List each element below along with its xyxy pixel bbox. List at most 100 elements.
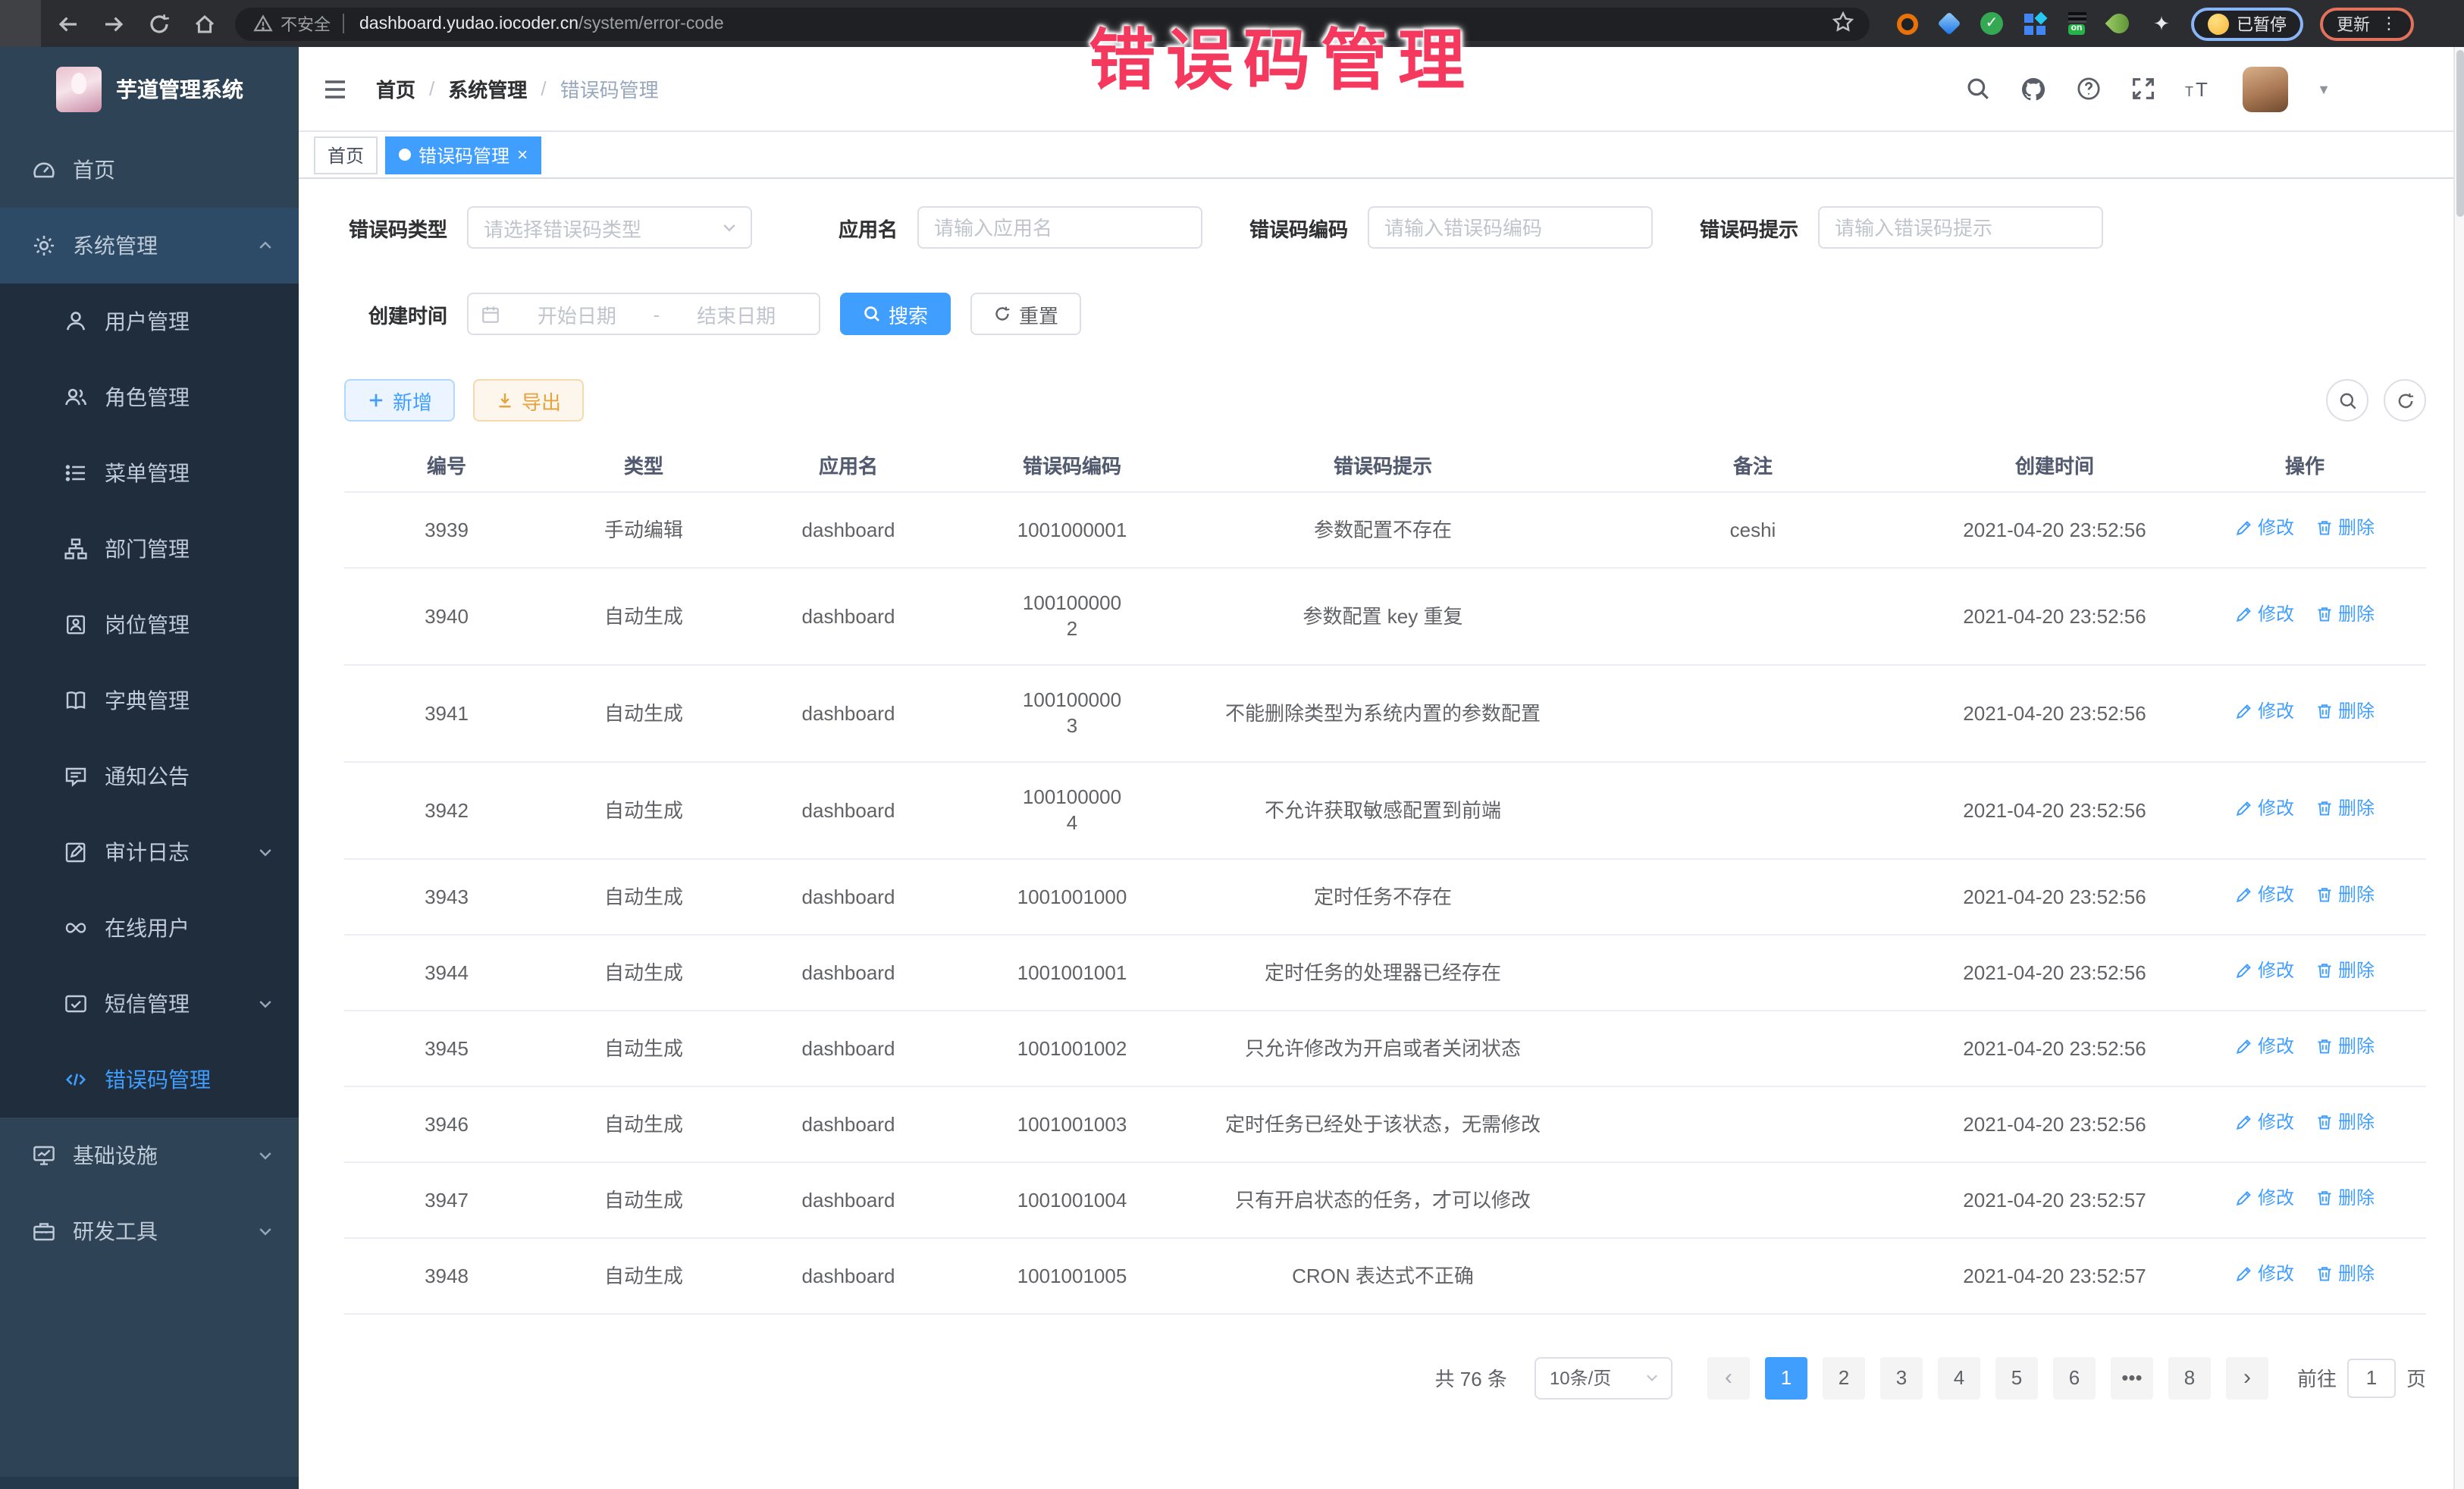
create-time-range-picker[interactable]: 开始日期 - 结束日期 <box>467 293 820 335</box>
edit-link[interactable]: 修改 <box>2235 516 2294 541</box>
cell-type: 自动生成 <box>549 567 738 664</box>
sidebar-item-post-badge[interactable]: 岗位管理 <box>0 587 299 663</box>
sidebar-item-devtools[interactable]: 研发工具 <box>0 1193 299 1269</box>
next-page-button[interactable]: › <box>2226 1356 2268 1399</box>
font-size-icon[interactable]: TT <box>2185 76 2214 102</box>
cell-msg: 只有开启状态的任务，才可以修改 <box>1186 1161 1580 1237</box>
edit-link[interactable]: 修改 <box>2235 1186 2294 1212</box>
page-button-4[interactable]: 4 <box>1938 1356 1980 1399</box>
extension-orange-icon[interactable] <box>1894 11 1920 36</box>
extension-gem-icon[interactable] <box>1936 11 1962 36</box>
edit-link[interactable]: 修改 <box>2235 1034 2294 1060</box>
sidebar-item-audit-log[interactable]: 审计日志 <box>0 814 299 890</box>
delete-link[interactable]: 删除 <box>2315 1034 2375 1060</box>
delete-link[interactable]: 删除 <box>2315 602 2375 628</box>
edit-link[interactable]: 修改 <box>2235 1262 2294 1287</box>
extension-green-check-icon[interactable]: ✓ <box>1979 11 2005 36</box>
extension-leaf-icon[interactable] <box>2106 11 2132 36</box>
bookmark-star-icon[interactable] <box>1832 10 1854 37</box>
sidebar-item-sms[interactable]: 短信管理 <box>0 966 299 1042</box>
sidebar-logo[interactable]: 芋道管理系统 <box>0 47 299 132</box>
export-button[interactable]: 导出 <box>473 379 584 422</box>
edit-link[interactable]: 修改 <box>2235 1110 2294 1136</box>
header-search-icon[interactable] <box>1965 76 1991 102</box>
user-menu-caret-icon[interactable]: ▼ <box>2317 81 2331 96</box>
edit-link[interactable]: 修改 <box>2235 699 2294 725</box>
browser-home-icon[interactable] <box>193 11 217 36</box>
cell-created: 2021-04-20 23:52:56 <box>1926 491 2183 567</box>
edit-link[interactable]: 修改 <box>2235 796 2294 822</box>
scrollbar-thumb[interactable] <box>2456 50 2464 217</box>
sidebar-item-notice[interactable]: 通知公告 <box>0 738 299 814</box>
fullscreen-icon[interactable] <box>2130 76 2156 102</box>
refresh-table-button[interactable] <box>2384 379 2426 422</box>
extension-blue-stack-icon[interactable] <box>2021 11 2047 36</box>
sidebar-item-infra[interactable]: 基础设施 <box>0 1118 299 1193</box>
more-pages-button[interactable]: ••• <box>2111 1356 2153 1399</box>
sidebar-item-online-users[interactable]: 在线用户 <box>0 890 299 966</box>
jump-page-input[interactable] <box>2347 1358 2396 1397</box>
edit-link[interactable]: 修改 <box>2235 602 2294 628</box>
page-button-2[interactable]: 2 <box>1823 1356 1865 1399</box>
annotation-overlay-text: 错误码管理 <box>1089 6 1475 103</box>
add-button[interactable]: 新增 <box>344 379 455 422</box>
sidebar-item-menu-list[interactable]: 菜单管理 <box>0 435 299 511</box>
sidebar-collapse-icon[interactable] <box>321 75 349 102</box>
prev-page-button[interactable]: ‹ <box>1707 1356 1750 1399</box>
sidebar-item-roles[interactable]: 角色管理 <box>0 359 299 435</box>
sidebar-item-user[interactable]: 用户管理 <box>0 284 299 359</box>
page-button-8[interactable]: 8 <box>2168 1356 2211 1399</box>
delete-link[interactable]: 删除 <box>2315 516 2375 541</box>
delete-link[interactable]: 删除 <box>2315 1262 2375 1287</box>
delete-link[interactable]: 删除 <box>2315 1186 2375 1212</box>
browser-forward-icon[interactable] <box>102 11 126 36</box>
security-label[interactable]: 不安全 <box>281 11 331 36</box>
help-icon[interactable] <box>2076 76 2102 102</box>
browser-menu-kebab-icon[interactable]: ⋮ <box>2381 14 2397 33</box>
tab-close-icon[interactable]: × <box>517 146 528 164</box>
cell-code: 1001000004 <box>958 761 1186 858</box>
tab-home[interactable]: 首页 <box>314 136 378 174</box>
page-button-1[interactable]: 1 <box>1765 1356 1807 1399</box>
sidebar-item-dict-book[interactable]: 字典管理 <box>0 663 299 738</box>
search-button[interactable]: 搜索 <box>840 293 951 335</box>
delete-link[interactable]: 删除 <box>2315 958 2375 984</box>
cell-actions: 修改删除 <box>2183 567 2426 664</box>
github-icon[interactable] <box>2020 75 2047 102</box>
browser-update-button[interactable]: 更新 ⋮ <box>2320 7 2414 40</box>
breadcrumb-system[interactable]: 系统管理 <box>448 74 527 103</box>
cell-msg: 定时任务不存在 <box>1186 858 1580 934</box>
page-button-5[interactable]: 5 <box>1995 1356 2038 1399</box>
page-size-select[interactable]: 10条/页 <box>1535 1356 1672 1399</box>
breadcrumb-home[interactable]: 首页 <box>376 74 415 103</box>
chevron-down-icon <box>256 843 274 861</box>
delete-link[interactable]: 删除 <box>2315 1110 2375 1136</box>
browser-reload-icon[interactable] <box>147 11 171 36</box>
browser-back-icon[interactable] <box>56 11 80 36</box>
edit-link[interactable]: 修改 <box>2235 958 2294 984</box>
delete-link[interactable]: 删除 <box>2315 699 2375 725</box>
delete-link[interactable]: 删除 <box>2315 796 2375 822</box>
error-type-select[interactable]: 请选择错误码类型 <box>467 206 752 249</box>
reset-button[interactable]: 重置 <box>970 293 1081 335</box>
error-msg-input[interactable] <box>1818 206 2103 249</box>
delete-link[interactable]: 删除 <box>2315 882 2375 908</box>
page-button-3[interactable]: 3 <box>1880 1356 1923 1399</box>
page-button-6[interactable]: 6 <box>2053 1356 2096 1399</box>
browser-profile-chip[interactable]: 已暂停 <box>2191 7 2303 40</box>
page-scrollbar[interactable] <box>2453 47 2464 1489</box>
edit-link[interactable]: 修改 <box>2235 882 2294 908</box>
sidebar-item-dashboard[interactable]: 首页 <box>0 132 299 208</box>
extension-on-badge-icon[interactable]: on <box>2064 11 2089 36</box>
extension-pinwheel-icon[interactable]: ✦ <box>2149 11 2174 36</box>
error-code-input[interactable] <box>1368 206 1653 249</box>
show-search-button[interactable] <box>2326 379 2368 422</box>
tab-error-code[interactable]: 错误码管理 × <box>385 136 541 174</box>
user-avatar[interactable] <box>2243 66 2288 111</box>
sidebar-item-system[interactable]: 系统管理 <box>0 208 299 284</box>
sidebar-item-error-code[interactable]: 错误码管理 <box>0 1042 299 1118</box>
app-name-input[interactable] <box>917 206 1202 249</box>
error-code-value: 3 <box>973 713 1171 738</box>
url-bar[interactable]: 不安全 dashboard.yudao.iocoder.cn /system/e… <box>235 7 1870 40</box>
sidebar-item-dept-tree[interactable]: 部门管理 <box>0 511 299 587</box>
